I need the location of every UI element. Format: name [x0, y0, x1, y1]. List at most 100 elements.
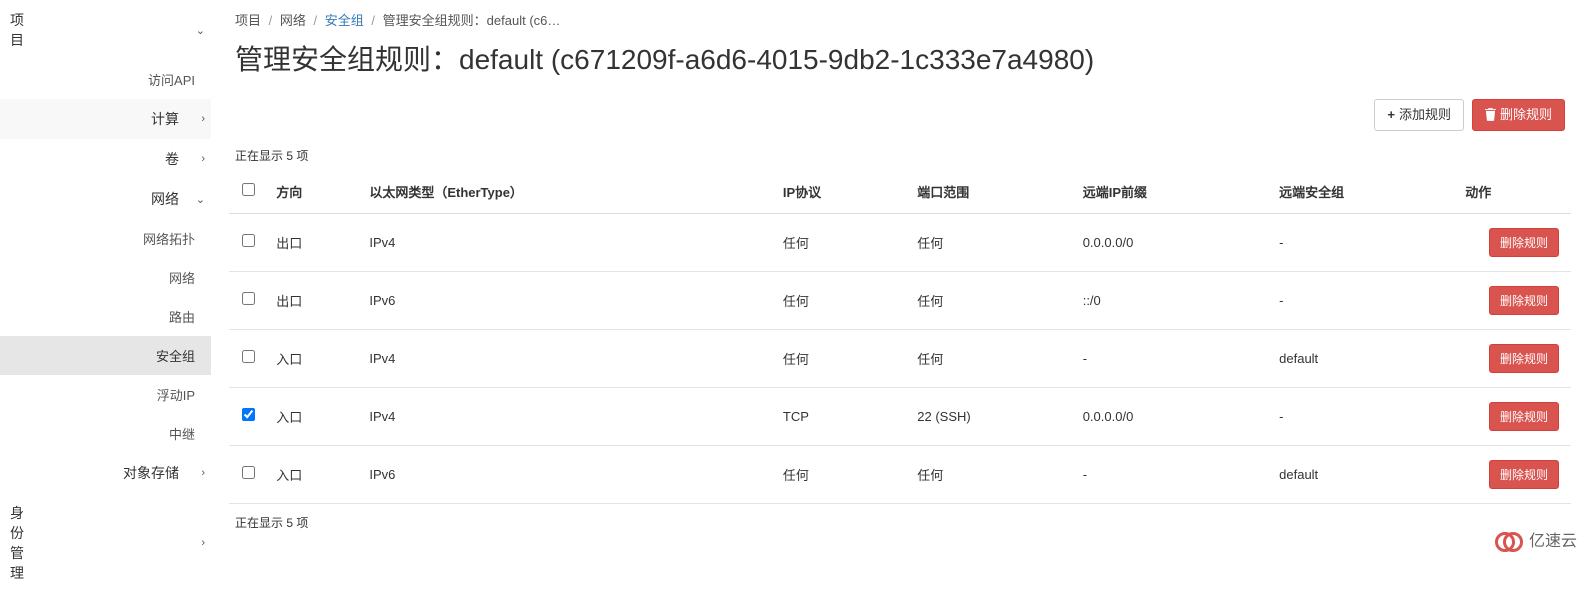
delete-rule-button[interactable]: 删除规则 — [1489, 228, 1559, 257]
breadcrumb-link-security-groups[interactable]: 安全组 — [325, 13, 364, 28]
breadcrumb-sep: / — [265, 13, 277, 28]
row-checkbox[interactable] — [242, 408, 255, 421]
cell-remote-ip: - — [1075, 329, 1271, 387]
add-rule-button[interactable]: 添加规则 — [1374, 99, 1464, 131]
table-caption-bottom: 正在显示 5 项 — [229, 504, 1571, 535]
row-checkbox[interactable] — [242, 466, 255, 479]
cell-remote-ip: ::/0 — [1075, 271, 1271, 329]
breadcrumb-item[interactable]: 网络 — [280, 13, 306, 28]
cell-protocol: 任何 — [775, 271, 909, 329]
sidebar-label: 访问API — [10, 70, 195, 89]
cell-port-range: 22 (SSH) — [909, 387, 1074, 445]
delete-rules-button[interactable]: 删除规则 — [1472, 99, 1565, 131]
logo-text: 亿速云 — [1529, 527, 1577, 551]
main-content: 项目 / 网络 / 安全组 / 管理安全组规则：default (c6… 管理安… — [211, 0, 1589, 557]
breadcrumb-item[interactable]: 项目 — [235, 13, 261, 28]
cell-remote-sg: - — [1271, 271, 1457, 329]
row-checkbox[interactable] — [242, 292, 255, 305]
sidebar: 项目 ⌄ 访问API 计算 › 卷 › 网络 ⌄ 网络拓扑 网络 路由 安全组 — [0, 0, 211, 557]
row-checkbox[interactable] — [242, 234, 255, 247]
delete-rule-button[interactable]: 删除规则 — [1489, 286, 1559, 315]
table-caption-top: 正在显示 5 项 — [229, 139, 1571, 170]
col-port-range[interactable]: 端口范围 — [909, 170, 1074, 214]
sidebar-label: 路由 — [10, 307, 195, 326]
cell-ethertype: IPv4 — [361, 387, 775, 445]
chevron-right-icon: › — [201, 153, 205, 165]
cell-port-range: 任何 — [909, 271, 1074, 329]
table-header-row: 方向 以太网类型（EtherType） IP协议 端口范围 远端IP前缀 远端安… — [229, 170, 1571, 214]
sidebar-item-network[interactable]: 网络 ⌄ — [0, 179, 211, 219]
sidebar-item-topology[interactable]: 网络拓扑 — [0, 219, 211, 258]
chevron-down-icon: ⌄ — [196, 193, 205, 206]
cell-remote-ip: 0.0.0.0/0 — [1075, 213, 1271, 271]
sidebar-item-identity[interactable]: 身份管理 › — [0, 493, 211, 593]
cell-direction: 出口 — [268, 271, 361, 329]
sidebar-item-routers[interactable]: 路由 — [0, 297, 211, 336]
toolbar: 添加规则 删除规则 — [229, 97, 1571, 139]
chevron-down-icon: ⌄ — [196, 24, 205, 37]
cell-remote-sg: default — [1271, 329, 1457, 387]
select-all-checkbox[interactable] — [242, 183, 255, 196]
col-protocol[interactable]: IP协议 — [775, 170, 909, 214]
col-ethertype[interactable]: 以太网类型（EtherType） — [361, 170, 775, 214]
breadcrumb-sep: / — [367, 13, 379, 28]
cell-direction: 入口 — [268, 387, 361, 445]
delete-rule-button[interactable]: 删除规则 — [1489, 460, 1559, 489]
button-label: 删除规则 — [1500, 106, 1552, 124]
sidebar-label: 网络 — [10, 268, 195, 287]
sidebar-item-security-groups[interactable]: 安全组 — [0, 336, 211, 375]
sidebar-item-floating-ips[interactable]: 浮动IP — [0, 375, 211, 414]
cell-direction: 出口 — [268, 213, 361, 271]
rules-table: 方向 以太网类型（EtherType） IP协议 端口范围 远端IP前缀 远端安… — [229, 170, 1571, 504]
cell-protocol: 任何 — [775, 445, 909, 503]
logo-icon — [1495, 528, 1523, 550]
cell-port-range: 任何 — [909, 329, 1074, 387]
row-checkbox[interactable] — [242, 350, 255, 363]
sidebar-label: 对象存储 — [10, 463, 195, 483]
cell-protocol: 任何 — [775, 329, 909, 387]
cell-remote-sg: default — [1271, 445, 1457, 503]
table-row: 入口IPv4TCP22 (SSH)0.0.0.0/0-删除规则 — [229, 387, 1571, 445]
table-row: 入口IPv6任何任何-default删除规则 — [229, 445, 1571, 503]
plus-icon — [1387, 106, 1395, 124]
cell-ethertype: IPv4 — [361, 213, 775, 271]
delete-rule-button[interactable]: 删除规则 — [1489, 344, 1559, 373]
brand-logo: 亿速云 — [1495, 527, 1577, 551]
sidebar-label: 项目 — [10, 10, 40, 50]
cell-direction: 入口 — [268, 445, 361, 503]
sidebar-label: 计算 — [10, 109, 195, 129]
cell-remote-ip: 0.0.0.0/0 — [1075, 387, 1271, 445]
sidebar-label: 网络拓扑 — [10, 229, 195, 248]
sidebar-item-api[interactable]: 访问API — [0, 60, 211, 99]
button-label: 添加规则 — [1399, 106, 1451, 124]
cell-direction: 入口 — [268, 329, 361, 387]
cell-ethertype: IPv6 — [361, 445, 775, 503]
chevron-right-icon: › — [201, 467, 205, 479]
sidebar-label: 浮动IP — [10, 385, 195, 404]
breadcrumb-current: 管理安全组规则：default (c6… — [383, 13, 561, 28]
sidebar-label: 中继 — [10, 424, 195, 443]
cell-protocol: TCP — [775, 387, 909, 445]
sidebar-item-compute[interactable]: 计算 › — [0, 99, 211, 139]
sidebar-item-project[interactable]: 项目 ⌄ — [0, 0, 211, 60]
cell-ethertype: IPv6 — [361, 271, 775, 329]
table-row: 出口IPv4任何任何0.0.0.0/0-删除规则 — [229, 213, 1571, 271]
sidebar-label: 卷 — [10, 149, 195, 169]
col-actions: 动作 — [1457, 170, 1571, 214]
col-remote-sg[interactable]: 远端安全组 — [1271, 170, 1457, 214]
cell-port-range: 任何 — [909, 445, 1074, 503]
chevron-right-icon: › — [201, 537, 205, 549]
sidebar-item-trunks[interactable]: 中继 — [0, 414, 211, 453]
breadcrumb: 项目 / 网络 / 安全组 / 管理安全组规则：default (c6… — [229, 0, 1571, 37]
sidebar-item-volumes[interactable]: 卷 › — [0, 139, 211, 179]
trash-icon — [1485, 108, 1496, 121]
sidebar-item-networks[interactable]: 网络 — [0, 258, 211, 297]
cell-protocol: 任何 — [775, 213, 909, 271]
col-direction[interactable]: 方向 — [268, 170, 361, 214]
delete-rule-button[interactable]: 删除规则 — [1489, 402, 1559, 431]
cell-remote-ip: - — [1075, 445, 1271, 503]
sidebar-label: 安全组 — [10, 346, 195, 365]
sidebar-label: 身份管理 — [10, 503, 40, 583]
sidebar-item-object-storage[interactable]: 对象存储 › — [0, 453, 211, 493]
col-remote-ip[interactable]: 远端IP前缀 — [1075, 170, 1271, 214]
